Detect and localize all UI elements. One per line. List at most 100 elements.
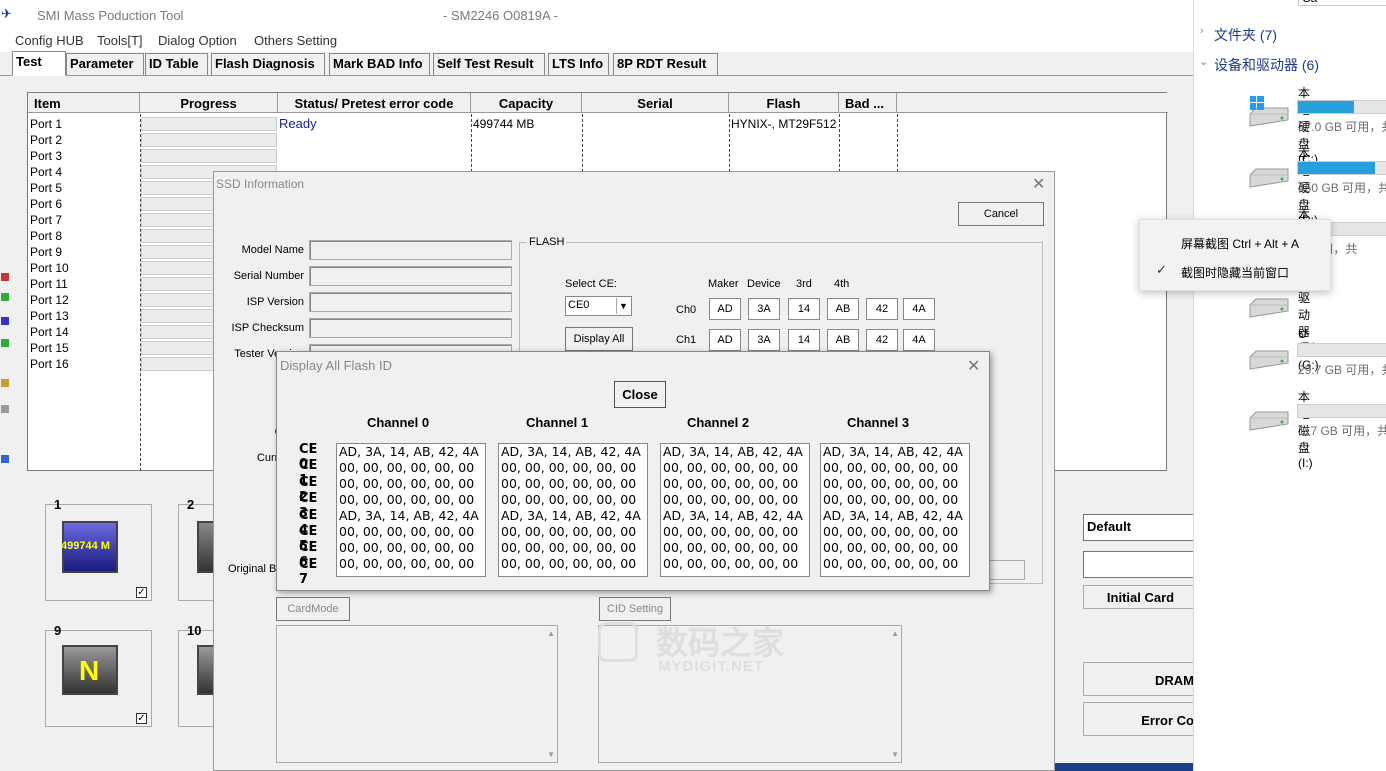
field-value[interactable] xyxy=(309,318,512,338)
port-row[interactable]: Port 11 xyxy=(30,276,68,292)
edge-icon xyxy=(1,405,9,413)
field-value[interactable] xyxy=(309,266,512,286)
scroll-down-icon[interactable]: ▼ xyxy=(547,750,555,759)
col-capacity[interactable]: Capacity xyxy=(471,93,582,113)
right-input-field[interactable] xyxy=(1083,551,1195,578)
folders-section[interactable]: 文件夹 (7) xyxy=(1214,25,1277,45)
slot-10[interactable]: 10 xyxy=(178,623,215,727)
col-serial[interactable]: Serial xyxy=(582,93,729,113)
slot-number: 2 xyxy=(187,497,195,512)
tab-flash-diagnosis[interactable]: Flash Diagnosis xyxy=(211,53,325,75)
col-item[interactable]: Item xyxy=(28,93,140,113)
cardmode-textarea[interactable]: ▲ ▼ xyxy=(276,625,558,763)
chevron-down-icon[interactable]: ▼ xyxy=(616,298,630,314)
scroll-up-icon[interactable]: ▲ xyxy=(891,629,899,638)
port-row[interactable]: Port 16 xyxy=(30,356,69,372)
field-value[interactable] xyxy=(309,240,512,260)
close-icon[interactable]: ✕ xyxy=(1032,174,1045,194)
ce-row: 00, 00, 00, 00, 00, 00 xyxy=(823,524,959,539)
menu-others-setting[interactable]: Others Setting xyxy=(254,33,337,48)
col-flash[interactable]: Flash xyxy=(729,93,839,113)
drive-usage-bar xyxy=(1297,161,1386,175)
tab-parameter[interactable]: Parameter xyxy=(66,53,144,75)
dram-button[interactable]: DRAM xyxy=(1083,662,1198,696)
chevron-right-icon[interactable]: › xyxy=(1200,25,1204,37)
drive-usage-bar xyxy=(1297,100,1386,114)
ce-row: AD, 3A, 14, AB, 42, 4A xyxy=(501,508,641,523)
hard-drive-icon xyxy=(1248,297,1290,319)
display-all-button[interactable]: Display All xyxy=(565,327,633,351)
field-label: ISP Checksum xyxy=(231,322,304,334)
slot-number: 9 xyxy=(54,623,62,638)
ce-row: AD, 3A, 14, AB, 42, 4A xyxy=(823,508,963,523)
chevron-down-icon[interactable]: ⌄ xyxy=(1199,55,1208,68)
tab-self-test-result[interactable]: Self Test Result xyxy=(433,53,545,75)
scroll-down-icon[interactable]: ▼ xyxy=(891,750,899,759)
port-row[interactable]: Port 12 xyxy=(30,292,69,308)
watermark-en: MYDIGIT.NET xyxy=(658,658,765,675)
ce-row: 00, 00, 00, 00, 00, 00 xyxy=(339,492,475,507)
col-progress[interactable]: Progress xyxy=(140,93,278,113)
slot-checkbox[interactable]: ✓ xyxy=(136,587,147,598)
port-row[interactable]: Port 1 xyxy=(30,116,62,132)
port-row[interactable]: Port 10 xyxy=(30,260,69,276)
flash-id-byte: 14 xyxy=(788,298,820,320)
port-row[interactable]: Port 6 xyxy=(30,196,62,212)
menu-config-hub[interactable]: Config HUB xyxy=(15,33,84,48)
tab-8p-rdt-result[interactable]: 8P RDT Result xyxy=(613,53,718,75)
taskbar-strip xyxy=(1055,763,1193,771)
port-row[interactable]: Port 15 xyxy=(30,340,69,356)
profile-field[interactable]: Default xyxy=(1083,514,1195,541)
menu-item-screenshot[interactable]: 屏幕截图 Ctrl + Alt + A xyxy=(1181,235,1299,252)
close-button[interactable]: Close xyxy=(614,381,666,408)
devices-section[interactable]: 设备和驱动器 (6) xyxy=(1214,55,1319,75)
port-row[interactable]: Port 13 xyxy=(30,308,69,324)
edge-icon xyxy=(1,317,9,325)
channel-header: Channel 3 xyxy=(846,415,910,430)
menu-dialog-option[interactable]: Dialog Option xyxy=(158,33,237,48)
field-value[interactable] xyxy=(309,292,512,312)
scroll-up-icon[interactable]: ▲ xyxy=(547,629,555,638)
tab-test[interactable]: Test xyxy=(12,51,66,76)
cardmode-button[interactable]: CardMode xyxy=(276,597,350,621)
tab-id-table[interactable]: ID Table xyxy=(145,53,208,75)
port-row[interactable]: Port 7 xyxy=(30,212,62,228)
ce-row: AD, 3A, 14, AB, 42, 4A xyxy=(501,444,641,459)
progress-bar xyxy=(141,149,277,163)
slot-checkbox[interactable]: ✓ xyxy=(136,713,147,724)
port-row[interactable]: Port 8 xyxy=(30,228,62,244)
close-icon[interactable]: ✕ xyxy=(967,356,980,376)
slot-1[interactable]: 1 499744 M ✓ xyxy=(45,497,152,601)
select-ce-label: Select CE: xyxy=(565,278,617,290)
slot-2[interactable]: 2 xyxy=(178,497,215,601)
col-bad[interactable]: Bad ... xyxy=(839,93,897,113)
dialog-title: SSD Information xyxy=(216,177,305,191)
slot-9[interactable]: 9 N ✓ xyxy=(45,623,152,727)
ce-row: 00, 00, 00, 00, 00, 00 xyxy=(663,476,799,491)
window-subtitle: - SM2246 O0819A - xyxy=(443,8,558,23)
menu-item-hide-window[interactable]: 截图时隐藏当前窗口 xyxy=(1181,264,1289,281)
port-row[interactable]: Port 9 xyxy=(30,244,62,260)
col-status[interactable]: Status/ Pretest error code xyxy=(278,93,471,113)
flash-id-byte: 14 xyxy=(788,329,820,351)
port-row[interactable]: Port 14 xyxy=(30,324,69,340)
port-row[interactable]: Port 5 xyxy=(30,180,62,196)
port-row[interactable]: Port 2 xyxy=(30,132,62,148)
original-bad-field[interactable] xyxy=(989,560,1025,580)
menu-tools[interactable]: Tools[T] xyxy=(97,33,143,48)
cancel-button[interactable]: Cancel xyxy=(958,202,1044,226)
ce-row: 00, 00, 00, 00, 00, 00 xyxy=(501,476,637,491)
watermark-logo-icon xyxy=(598,622,638,662)
error-code-button[interactable]: Error Co xyxy=(1083,702,1198,736)
tab-lts-info[interactable]: LTS Info xyxy=(548,53,609,75)
tab-mark-bad-info[interactable]: Mark BAD Info xyxy=(329,53,430,75)
ce-row: 00, 00, 00, 00, 00, 00 xyxy=(339,556,475,571)
port-row[interactable]: Port 4 xyxy=(30,164,62,180)
initial-card-button[interactable]: Initial Card xyxy=(1083,585,1198,609)
port-row[interactable]: Port 3 xyxy=(30,148,62,164)
select-ce-dropdown[interactable]: CE0 ▼ xyxy=(565,296,632,316)
slot-label: N xyxy=(79,655,100,686)
check-icon: ✓ xyxy=(1156,262,1167,277)
ce-row: 00, 00, 00, 00, 00, 00 xyxy=(501,540,637,555)
ce-row: 00, 00, 00, 00, 00, 00 xyxy=(663,540,799,555)
